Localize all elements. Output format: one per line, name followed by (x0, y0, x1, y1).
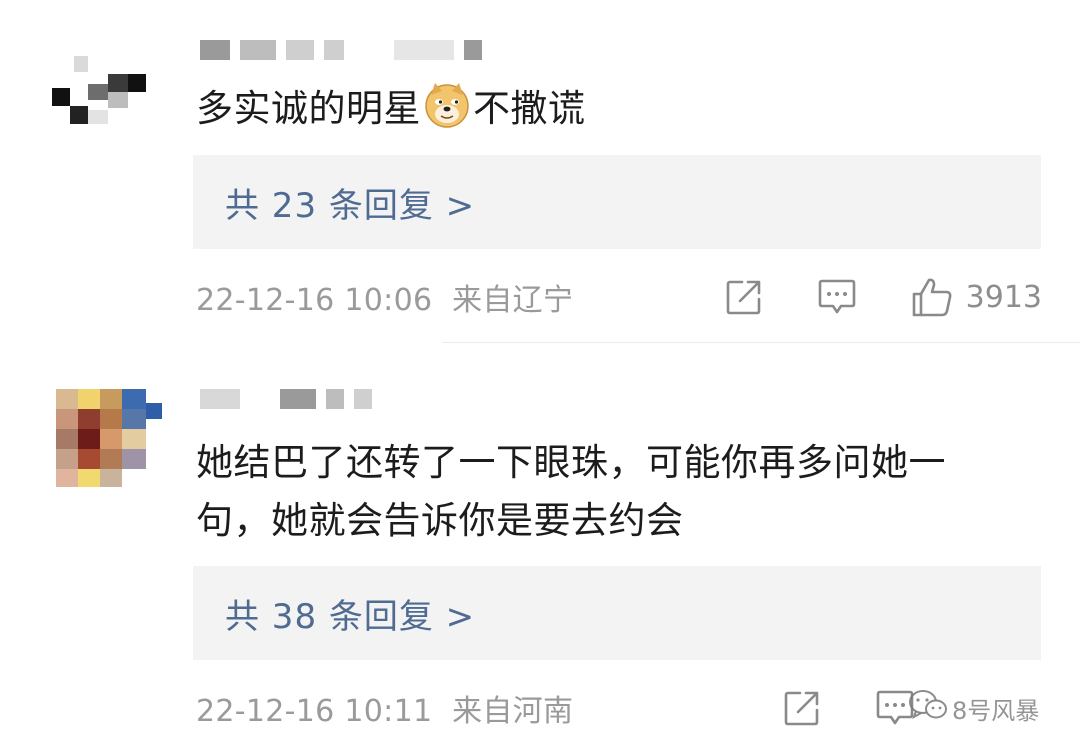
action-bar (782, 683, 916, 733)
comment-icon (816, 277, 858, 317)
comment-text-part: 多实诚的明星 (196, 87, 421, 130)
comment-text: 多实诚的明星 不撒谎 (196, 80, 1056, 138)
watermark: 8号风暴 (908, 688, 1039, 728)
username[interactable] (200, 38, 482, 62)
comment-text-line: 她结巴了还转了一下眼珠，可能你再多问她一 (196, 441, 946, 484)
share-icon (782, 688, 822, 728)
avatar[interactable] (56, 389, 162, 499)
action-bar: 3913 (724, 272, 1042, 322)
comment-item: 多实诚的明星 不撒谎 共 23 条回复 > 22-12-16 10:06 来自辽… (0, 0, 1080, 342)
username[interactable] (200, 387, 372, 411)
share-button[interactable] (782, 688, 822, 728)
avatar[interactable] (52, 56, 148, 166)
view-replies-button[interactable]: 共 38 条回复 > (193, 566, 1041, 660)
like-count: 3913 (965, 279, 1042, 315)
wechat-icon (908, 688, 948, 728)
reply-count-label: 共 23 条回复 > (225, 185, 476, 226)
doge-emoji-icon (423, 81, 471, 129)
comment-text: 她结巴了还转了一下眼珠，可能你再多问她一 句，她就会告诉你是要去约会 (196, 434, 1056, 550)
watermark-text: 8号风暴 (952, 696, 1040, 725)
comment-meta: 22-12-16 10:06 来自辽宁 3913 (196, 272, 1042, 322)
comment-text-part: 不撒谎 (473, 87, 586, 130)
share-icon (724, 277, 764, 317)
like-button[interactable]: 3913 (910, 276, 1042, 318)
comment-button[interactable] (816, 277, 858, 317)
share-button[interactable] (724, 277, 764, 317)
timestamp: 22-12-16 10:06 来自辽宁 (196, 283, 574, 318)
reply-count-label: 共 38 条回复 > (225, 596, 476, 637)
view-replies-button[interactable]: 共 23 条回复 > (193, 155, 1041, 249)
thumbs-up-icon (910, 276, 954, 318)
timestamp: 22-12-16 10:11 来自河南 (196, 694, 574, 729)
comment-text-line: 句，她就会告诉你是要去约会 (196, 499, 684, 542)
